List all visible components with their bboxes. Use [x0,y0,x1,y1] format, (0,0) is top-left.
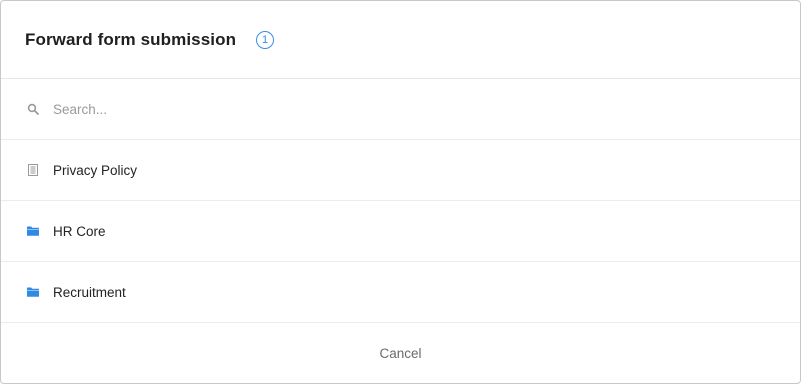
folder-icon [27,225,39,237]
list-item-label: Recruitment [53,284,126,300]
search-icon [27,103,39,115]
list-item-recruitment[interactable]: Recruitment [1,262,800,323]
search-row[interactable] [1,79,800,140]
search-input[interactable] [53,101,653,117]
dialog-header: Forward form submission 1 [1,1,800,79]
count-badge: 1 [256,30,275,49]
dialog-title: Forward form submission [25,29,237,49]
folder-icon [27,286,39,298]
document-icon [27,164,39,176]
cancel-button[interactable]: Cancel [369,342,431,365]
dialog-footer: Cancel [1,323,800,383]
list-item-privacy-policy[interactable]: Privacy Policy [1,140,800,201]
forward-dialog: Forward form submission 1 Privacy Policy [0,0,801,384]
list-item-label: HR Core [53,223,106,239]
list-item-hr-core[interactable]: HR Core [1,201,800,262]
list-item-label: Privacy Policy [53,162,138,178]
